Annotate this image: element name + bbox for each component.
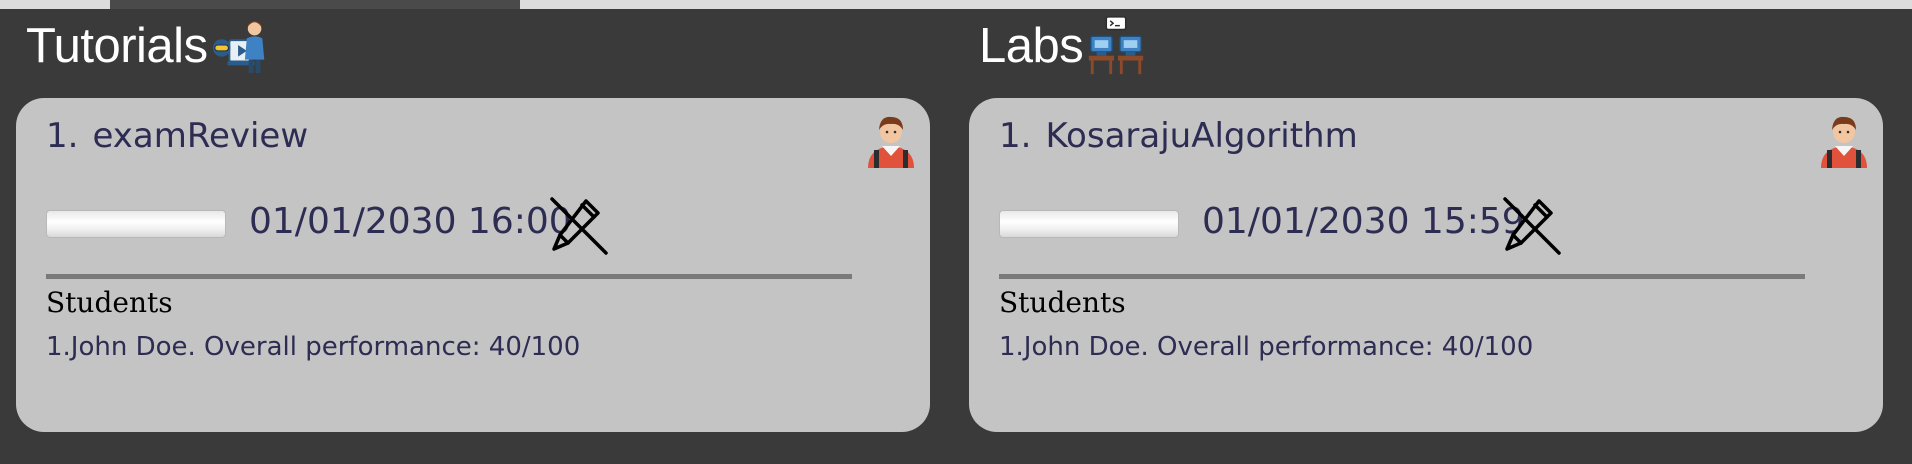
student-list-item: 1.John Doe. Overall performance: 40/100 (999, 332, 1534, 362)
tutorials-section: Tutorials 1. examReview 01/01/2030 16:00… (0, 0, 930, 464)
labs-header: Labs (979, 16, 1147, 76)
lab-computers-icon (1089, 16, 1144, 75)
section-title: Tutorials (26, 18, 208, 73)
progress-bar (46, 210, 226, 238)
card-divider (999, 274, 1805, 279)
session-datetime: 01/01/2030 15:59 (1202, 201, 1525, 242)
card-title: 1. KosarajuAlgorithm (999, 116, 1358, 157)
card-index: 1. (999, 116, 1032, 156)
students-heading: Students (999, 286, 1126, 319)
lab-card[interactable]: 1. KosarajuAlgorithm 01/01/2030 15:59 Stu… (969, 98, 1883, 432)
student-avatar-icon (1821, 116, 1867, 168)
session-datetime: 01/01/2030 16:00 (249, 201, 572, 242)
card-divider (46, 274, 852, 279)
card-name: examReview (92, 116, 309, 156)
tutorial-card[interactable]: 1. examReview 01/01/2030 16:00 Students 1… (16, 98, 930, 432)
section-title: Labs (979, 18, 1084, 73)
student-avatar-icon (868, 116, 914, 168)
tutorials-header: Tutorials (26, 16, 272, 76)
card-title: 1. examReview (46, 116, 308, 157)
labs-section: Labs 1. KosarajuAlgorithm 01/01/2030 15:… (953, 0, 1883, 464)
student-list-item: 1.John Doe. Overall performance: 40/100 (46, 332, 581, 362)
tutor-teaching-icon (212, 20, 264, 74)
edit-off-icon[interactable] (1499, 193, 1563, 257)
card-name: KosarajuAlgorithm (1045, 116, 1358, 156)
students-heading: Students (46, 286, 173, 319)
progress-bar (999, 210, 1179, 238)
card-index: 1. (46, 116, 79, 156)
edit-off-icon[interactable] (546, 193, 610, 257)
